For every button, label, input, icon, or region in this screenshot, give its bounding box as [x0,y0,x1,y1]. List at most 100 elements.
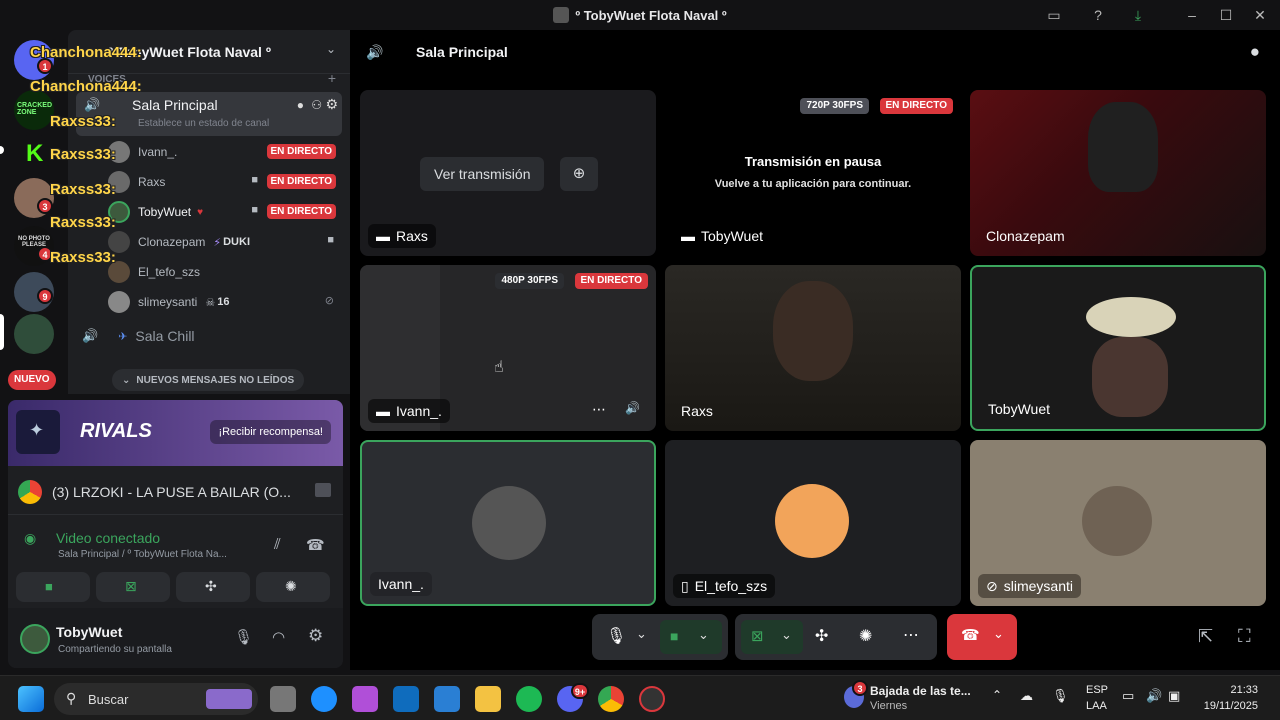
voice-member[interactable]: TobyWuet ♥ [108,198,203,226]
task-view-icon[interactable] [270,686,296,712]
video-tile[interactable]: Clonazepam [970,90,1266,256]
file-explorer-icon[interactable] [475,686,501,712]
language-code[interactable]: ESP [1086,684,1108,696]
video-tile[interactable]: Raxs [665,265,961,431]
onedrive-icon[interactable]: ☁ [1020,688,1033,704]
cursor-icon: ☝ [494,359,504,376]
new-unread-pill[interactable]: NUEVO [8,370,56,390]
server-active[interactable] [14,314,54,354]
gear-icon[interactable]: ⚙ [325,96,338,113]
noise-suppression-icon[interactable]: ⫽ [274,536,281,553]
watch-stream-button[interactable]: Ver transmisión [420,157,545,191]
chevron-down-icon: ⌄ [698,627,709,642]
username[interactable]: TobyWuet [56,624,122,640]
popout-icon[interactable]: ⊕ [560,157,598,191]
headphones-icon[interactable]: ◠ [272,628,285,646]
inbox-icon[interactable]: ▭ [1042,5,1066,25]
chat-icon[interactable]: ● [297,98,304,112]
copilot-icon[interactable] [352,686,378,712]
share-group: ⊠ ⌄ ✣ ✺ ⋯ [735,614,937,660]
avatar-tile-speaking[interactable]: Ivann_. [360,440,656,606]
store-icon[interactable] [434,686,460,712]
leave-call-button[interactable]: ☎ ⌄ [947,614,1017,660]
start-icon[interactable] [18,686,44,712]
search-highlight-image [206,689,252,709]
soundboard-icon[interactable]: ✺ [859,626,872,646]
server-cracked-zone[interactable]: CRACKED ZONE [14,90,54,130]
language-variant[interactable]: LAA [1086,700,1107,712]
activities-button[interactable]: ✣ [176,572,250,602]
more-icon[interactable]: ⋯ [903,625,919,645]
mic-icon[interactable]: 🎙 [234,628,253,646]
clock-time[interactable]: 21:33 [1230,684,1258,696]
maximize-button[interactable]: ☐ [1214,5,1238,25]
chevron-down-icon: ⌄ [993,626,1004,641]
hang-up-icon: ☎ [961,627,980,644]
minimize-button[interactable]: – [1180,5,1204,25]
more-icon[interactable]: ⋯ [592,401,606,418]
soundboard-button[interactable]: ✺ [256,572,330,602]
video-tile[interactable]: 720P 30FPS EN DIRECTO Transmisión en pau… [665,90,961,256]
help-icon[interactable]: ? [1086,5,1110,25]
voice-member[interactable]: El_tefo_szs [108,258,200,286]
server-kick[interactable]: K [14,134,54,174]
signal-icon: ◉ [24,530,37,546]
video-stage: 🔊 Sala Principal ● Ver transmisión ⊕ ▬ Ra… [350,30,1280,670]
gear-icon[interactable]: ⚙ [308,626,323,646]
mic-icon[interactable]: 🎙 [1052,688,1069,704]
disconnect-icon[interactable]: ☎ [306,536,325,554]
unread-messages-pill[interactable]: ⌄ NUEVOS MENSAJES NO LEÍDOS [112,369,305,391]
chrome-icon[interactable] [598,686,624,712]
outlook-icon[interactable] [393,686,419,712]
voice-channel-sala-principal[interactable]: 🔊 Sala Principal Establece un estado de … [76,92,342,136]
camera-button[interactable]: ■ ⌄ [660,620,722,654]
popout-icon[interactable]: ⇱ [1198,626,1213,647]
camera-button[interactable]: ■ [16,572,90,602]
volume-icon[interactable]: 🔊 [1146,688,1162,704]
screen-share-button[interactable]: ⊠ [96,572,170,602]
taskbar-search[interactable]: ⚲ Buscar [54,683,258,715]
channel-status[interactable]: Establece un estado de canal [138,118,269,129]
spotify-icon[interactable] [516,686,542,712]
voice-member[interactable]: Raxs [108,168,165,196]
avatar-tile[interactable]: ⊘ slimeysanti [970,440,1266,606]
voice-location[interactable]: Sala Principal / º TobyWuet Flota Na... [58,549,227,560]
avatar[interactable] [20,624,50,654]
mic-muted-icon: ⊘ [324,295,334,307]
voice-channel-sala-chill[interactable]: 🔊 ✈ Sala Chill [82,328,195,344]
window-title: º TobyWuet Flota Naval º [575,7,727,23]
stop-share-icon[interactable] [315,483,331,497]
chevron-up-icon[interactable]: ⌃ [992,688,1002,702]
close-button[interactable]: ✕ [1248,5,1272,25]
video-tile-speaking[interactable]: TobyWuet [970,265,1266,431]
edge-icon[interactable] [311,686,337,712]
screen-share-button[interactable]: ⊠ ⌄ [741,620,803,654]
volume-icon[interactable]: 🔊 [625,401,640,415]
video-tile[interactable]: Ver transmisión ⊕ ▬ Raxs [360,90,656,256]
clock-date[interactable]: 19/11/2025 [1204,700,1258,712]
claim-reward-button[interactable]: ¡Recibir recompensa! [210,420,331,444]
network-icon[interactable]: ▭ [1122,688,1134,704]
battery-icon[interactable]: ▣ [1168,688,1180,704]
voice-status[interactable]: Video conectado [56,530,160,546]
news-widget[interactable]: 3 Bajada de las te... Viernes [844,680,971,716]
chevron-down-icon[interactable]: ⌄ [636,626,647,642]
voice-member[interactable]: Clonazepam ⚡ DUKI [108,228,250,256]
chrome-icon [18,480,42,504]
fullscreen-icon[interactable]: ⛶ [1238,626,1251,647]
voice-member[interactable]: Ivann_. [108,138,177,166]
download-icon[interactable]: ⤓ [1126,5,1150,25]
voice-member[interactable]: slimeysanti ☠ 16 [108,288,229,316]
invite-icon[interactable]: ⚇ [311,98,322,112]
promo-banner[interactable]: ✦ RIVALS ¡Recibir recompensa! [8,400,343,466]
app-icon[interactable] [639,686,665,712]
chat-icon[interactable]: ● [1250,42,1260,62]
notification-badge: 9+ [571,683,589,699]
activity-row[interactable]: (3) LRZOKI - LA PUSE A BAILAR (O... [18,478,333,506]
avatar-tile[interactable]: ▯ El_tefo_szs [665,440,961,606]
add-channel-icon[interactable]: + [328,70,336,86]
video-tile[interactable]: 480P 30FPS EN DIRECTO ☝ ⋯ 🔊 ▬ Ivann_. [360,265,656,431]
avatar [472,486,546,560]
mic-icon[interactable]: 🎙 [606,626,626,646]
activities-icon[interactable]: ✣ [815,626,828,646]
